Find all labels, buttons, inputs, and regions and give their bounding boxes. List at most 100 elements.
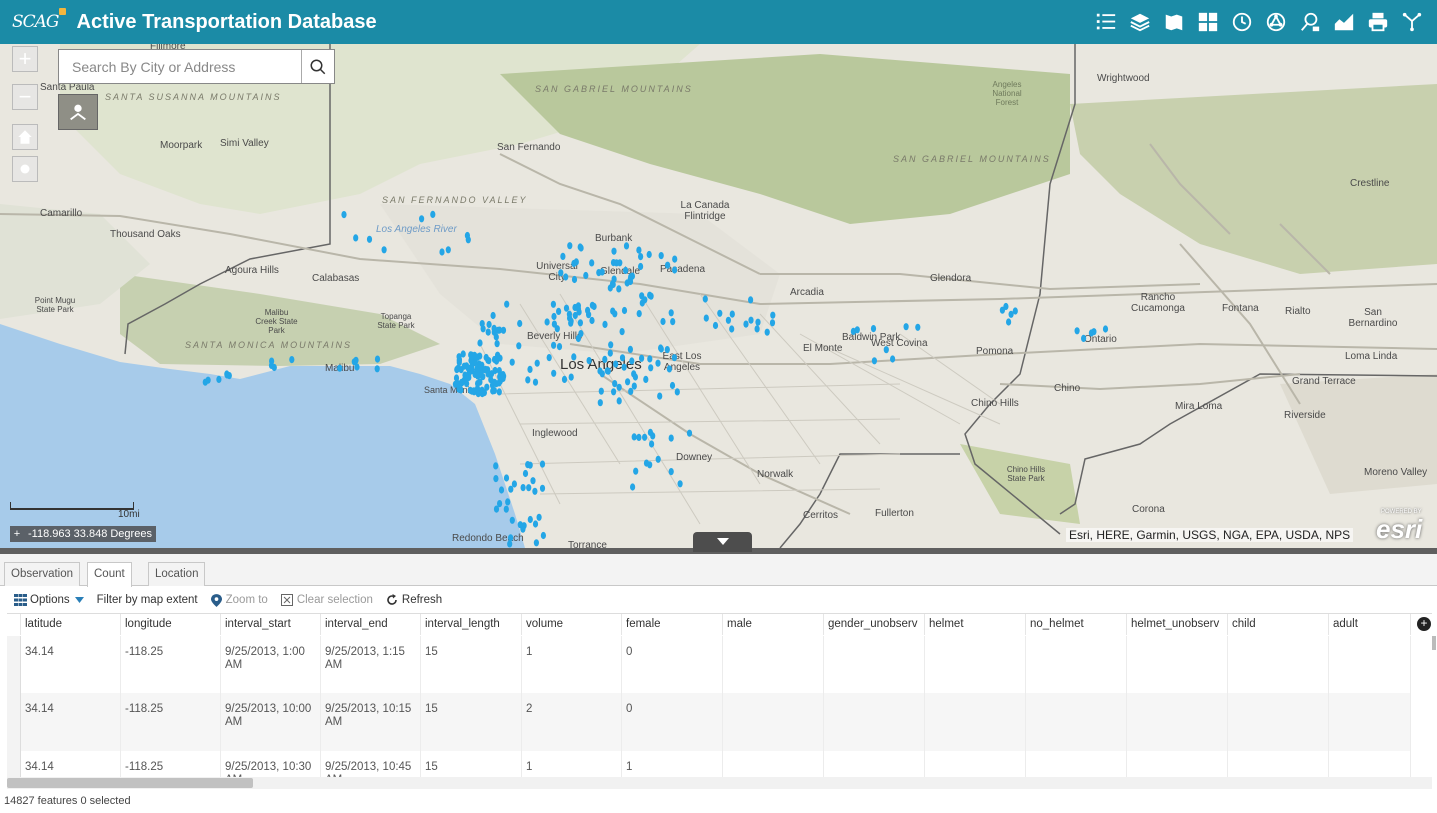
filter-by-extent-toggle[interactable]: Filter by map extent <box>97 594 198 606</box>
count-location-marker[interactable] <box>504 300 510 308</box>
count-location-marker[interactable] <box>269 357 275 365</box>
count-location-marker[interactable] <box>493 380 499 388</box>
count-location-marker[interactable] <box>486 320 492 329</box>
count-location-marker[interactable] <box>205 376 211 384</box>
count-location-marker[interactable] <box>551 341 557 349</box>
count-location-marker[interactable] <box>636 246 642 254</box>
table-horizontal-scrollbar[interactable] <box>7 777 1432 789</box>
count-location-marker[interactable] <box>458 366 464 374</box>
count-location-marker[interactable] <box>628 387 634 395</box>
count-location-marker[interactable] <box>474 385 481 393</box>
count-location-marker[interactable] <box>607 349 613 357</box>
count-location-marker[interactable] <box>669 381 676 390</box>
table-cell[interactable]: 2 <box>522 693 622 751</box>
count-location-marker[interactable] <box>633 467 639 475</box>
count-location-marker[interactable] <box>509 516 515 524</box>
table-cell[interactable]: 9/25/2013, 10:00 AM <box>221 693 321 751</box>
table-cell[interactable]: 0 <box>622 693 723 751</box>
count-location-marker[interactable] <box>642 433 648 441</box>
count-location-marker[interactable] <box>481 389 487 397</box>
count-location-marker[interactable] <box>503 474 510 482</box>
locate-me-button[interactable] <box>12 156 38 182</box>
count-location-marker[interactable] <box>546 354 552 362</box>
count-location-marker[interactable] <box>493 475 499 483</box>
count-location-marker[interactable] <box>657 392 663 400</box>
share-button[interactable] <box>1396 7 1427 37</box>
count-location-marker[interactable] <box>493 462 499 470</box>
column-header-gender-unobserv[interactable]: gender_unobserv <box>824 614 925 635</box>
count-location-marker[interactable] <box>589 316 595 325</box>
count-location-marker[interactable] <box>474 353 480 361</box>
count-location-marker[interactable] <box>500 326 507 334</box>
count-location-marker[interactable] <box>668 309 674 317</box>
count-location-marker[interactable] <box>511 480 517 488</box>
search-button[interactable] <box>301 50 334 83</box>
count-location-marker[interactable] <box>764 328 770 336</box>
count-location-marker[interactable] <box>527 461 533 469</box>
count-location-marker[interactable] <box>703 314 709 322</box>
count-location-marker[interactable] <box>493 505 500 513</box>
count-location-marker[interactable] <box>671 354 678 362</box>
column-header-interval-start[interactable]: interval_start <box>221 614 321 635</box>
table-cell[interactable] <box>824 636 925 693</box>
count-location-marker[interactable] <box>630 483 636 491</box>
clear-selection-button[interactable]: Clear selection <box>280 594 373 606</box>
count-location-marker[interactable] <box>632 373 639 381</box>
count-location-marker[interactable] <box>478 371 484 379</box>
count-location-marker[interactable] <box>573 258 579 266</box>
count-location-marker[interactable] <box>556 307 562 315</box>
count-location-marker[interactable] <box>702 295 708 303</box>
chart-button[interactable] <box>1328 7 1359 37</box>
count-location-marker[interactable] <box>665 261 671 269</box>
count-location-marker[interactable] <box>668 468 674 476</box>
table-cell[interactable]: -118.25 <box>121 693 221 751</box>
count-location-marker[interactable] <box>544 318 550 326</box>
column-header-adult[interactable]: adult <box>1329 614 1411 635</box>
table-cell[interactable] <box>1026 751 1127 777</box>
count-location-marker[interactable] <box>516 342 522 350</box>
collapse-table-button[interactable] <box>693 532 752 552</box>
count-location-marker[interactable] <box>649 440 655 448</box>
count-location-marker[interactable] <box>572 311 578 320</box>
count-location-marker[interactable] <box>631 382 637 390</box>
count-location-marker[interactable] <box>354 363 360 371</box>
count-location-marker[interactable] <box>674 388 680 396</box>
analysis-button[interactable] <box>1260 7 1291 37</box>
count-location-marker[interactable] <box>505 498 511 506</box>
count-location-marker[interactable] <box>770 311 776 319</box>
table-cell[interactable] <box>1329 751 1411 777</box>
count-location-marker[interactable] <box>647 461 653 469</box>
column-header-no-helmet[interactable]: no_helmet <box>1026 614 1127 635</box>
count-location-marker[interactable] <box>612 380 618 388</box>
count-location-marker[interactable] <box>611 388 617 396</box>
table-cell[interactable]: 15 <box>421 751 522 777</box>
count-location-marker[interactable] <box>485 328 491 336</box>
count-location-marker[interactable] <box>729 325 735 333</box>
table-cell[interactable]: -118.25 <box>121 636 221 693</box>
count-location-marker[interactable] <box>616 383 622 391</box>
count-location-marker[interactable] <box>479 320 485 328</box>
count-location-marker[interactable] <box>655 455 661 463</box>
count-location-marker[interactable] <box>670 318 676 326</box>
table-cell[interactable]: 1 <box>622 751 723 777</box>
table-cell[interactable] <box>1228 636 1329 693</box>
table-cell[interactable]: 0 <box>622 636 723 693</box>
tab-location[interactable]: Location <box>148 562 206 586</box>
row-selector[interactable] <box>7 751 21 777</box>
count-location-marker[interactable] <box>643 375 649 383</box>
count-location-marker[interactable] <box>748 296 754 304</box>
count-location-marker[interactable] <box>495 351 501 359</box>
count-location-marker[interactable] <box>717 309 723 317</box>
count-location-marker[interactable] <box>464 231 470 240</box>
count-location-marker[interactable] <box>636 433 642 441</box>
count-location-marker[interactable] <box>655 359 661 367</box>
legend-button[interactable] <box>1090 7 1121 37</box>
count-location-marker[interactable] <box>619 328 625 336</box>
zoom-to-button[interactable]: Zoom to <box>210 593 268 607</box>
count-location-marker[interactable] <box>677 480 683 488</box>
scrollbar-thumb[interactable] <box>7 778 253 788</box>
row-selector[interactable] <box>7 693 21 751</box>
table-cell[interactable]: -118.25 <box>121 751 221 777</box>
count-location-marker[interactable] <box>353 356 359 364</box>
count-location-marker[interactable] <box>625 378 631 386</box>
